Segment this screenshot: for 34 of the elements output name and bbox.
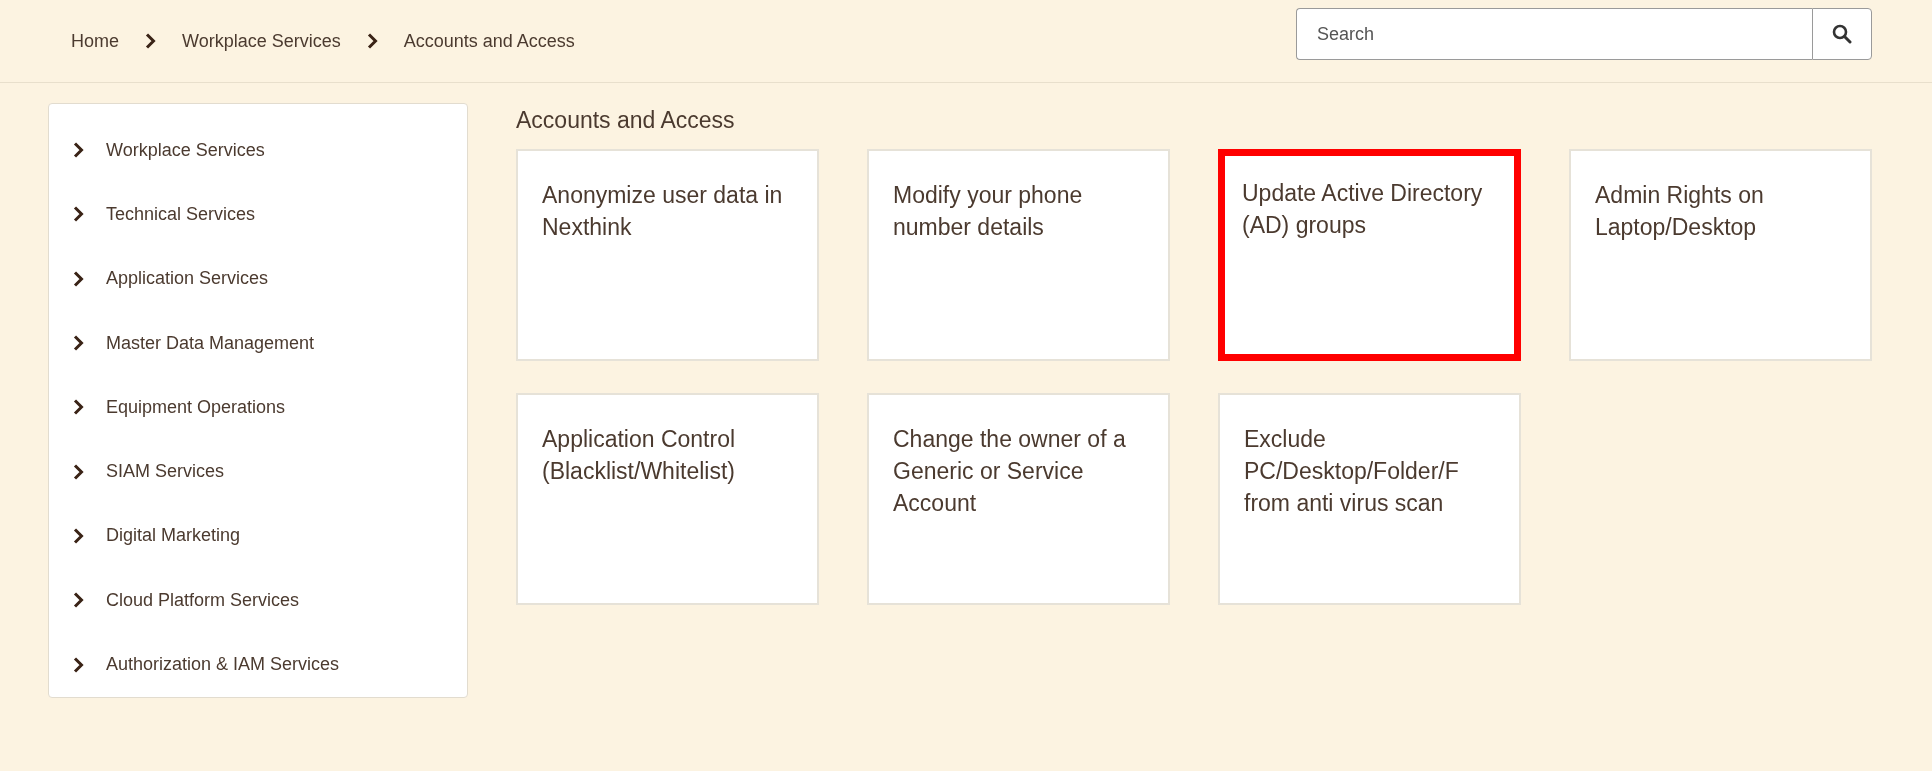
chevron-right-icon [73, 463, 84, 480]
chevron-right-icon [73, 206, 84, 223]
sidebar-item[interactable]: Authorization & IAM Services [73, 632, 467, 697]
chevron-right-icon [73, 592, 84, 609]
section-title: Accounts and Access [516, 106, 736, 135]
sidebar-item[interactable]: Technical Services [73, 182, 467, 247]
service-card[interactable]: Anonymize user data in Nexthink [516, 149, 819, 361]
sidebar-item[interactable]: Application Services [73, 246, 467, 311]
service-card[interactable]: Application Control (Blacklist/Whitelist) [516, 393, 819, 605]
sidebar-item[interactable]: Master Data Management [73, 310, 467, 376]
service-card[interactable]: Change the owner of a Generic or Service Account [867, 393, 1170, 605]
chevron-right-icon [366, 33, 378, 49]
search-field[interactable]: Search [1296, 8, 1812, 60]
chevron-right-icon [73, 527, 84, 544]
chevron-right-icon [73, 270, 84, 287]
sidebar-item[interactable]: Digital Marketing [73, 503, 467, 569]
search-icon [1832, 24, 1852, 44]
chevron-right-icon [73, 142, 84, 159]
breadcrumb-link[interactable]: Workplace Services [182, 30, 341, 52]
chevron-right-icon [145, 33, 156, 49]
service-card[interactable]: Update Active Directory (AD) groups [1218, 149, 1521, 361]
sidebar-item[interactable]: SIAM Services [73, 439, 467, 504]
breadcrumb-link[interactable]: Accounts and Access [403, 30, 575, 52]
search-button[interactable] [1812, 8, 1872, 60]
sidebar-item[interactable]: Cloud Platform Services [73, 568, 467, 633]
service-card[interactable]: Modify your phone number details [867, 149, 1170, 361]
service-card[interactable]: Admin Rights on Laptop/Desktop [1569, 149, 1872, 361]
service-card[interactable]: Exclude PC/Desktop/Folder/F from anti virus scan [1218, 393, 1521, 605]
sidebar-item[interactable]: Workplace Services [73, 118, 467, 183]
chevron-right-icon [73, 335, 84, 352]
chevron-right-icon [73, 656, 84, 673]
chevron-right-icon [73, 399, 84, 416]
breadcrumb-link[interactable]: Home [71, 30, 119, 52]
sidebar-item[interactable]: Equipment Operations [73, 375, 467, 440]
